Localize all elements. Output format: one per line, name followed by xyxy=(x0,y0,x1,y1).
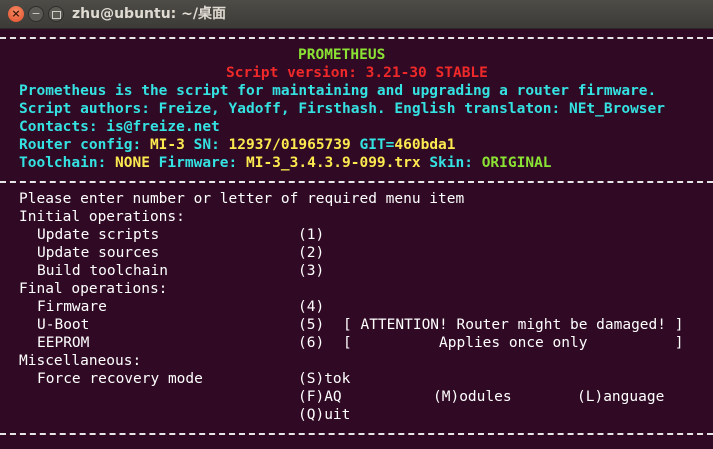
menu-prompt: Please enter number or letter of require… xyxy=(19,191,465,207)
toolchain-value: NONE xyxy=(115,155,150,171)
sn-label: SN: xyxy=(184,137,229,153)
key-eeprom[interactable]: (6) xyxy=(298,334,324,352)
maximize-window-button[interactable] xyxy=(48,6,64,22)
key-modules[interactable]: (M)odules xyxy=(433,388,512,406)
git-label: GIT= xyxy=(350,137,395,153)
skin-label: Skin: xyxy=(420,155,482,171)
banner-description: Prometheus is the script for maintaining… xyxy=(19,83,657,99)
menu-item-firmware[interactable]: Firmware xyxy=(37,298,107,316)
top-separator xyxy=(0,37,713,39)
initial-operations-header: Initial operations: xyxy=(19,209,185,225)
banner-version: Script version: 3.21-30 STABLE xyxy=(226,65,488,81)
menu-item-force-recovery[interactable]: Force recovery mode xyxy=(37,370,203,388)
firmware-label: Firmware: xyxy=(149,155,246,171)
banner-name: PROMETHEUS xyxy=(298,47,386,63)
maximize-icon xyxy=(51,11,61,19)
menu-item-build-toolchain[interactable]: Build toolchain xyxy=(37,262,168,280)
menu-item-eeprom[interactable]: EEPROM xyxy=(37,334,89,352)
key-quit[interactable]: (Q)uit xyxy=(298,406,350,424)
uboot-warning: [ ATTENTION! Router might be damaged! ] xyxy=(343,317,684,333)
menu-item-uboot[interactable]: U-Boot xyxy=(37,316,89,334)
title-bar: × − zhu@ubuntu: ~/桌面 xyxy=(0,0,713,29)
close-window-button[interactable]: × xyxy=(8,6,24,22)
menu-item-update-sources[interactable]: Update sources xyxy=(37,244,159,262)
bottom-separator xyxy=(0,433,713,435)
banner-contacts: Contacts: is@freize.net xyxy=(19,119,220,135)
router-value: MI-3 xyxy=(149,137,185,153)
router-label: Router config: xyxy=(19,137,150,153)
minimize-icon: − xyxy=(31,7,41,20)
key-stok[interactable]: (S)tok xyxy=(298,370,350,388)
toolchain-line: Toolchain: NONE Firmware: MI-3_3.4.3.9-0… xyxy=(19,154,552,172)
key-faq[interactable]: (F)AQ xyxy=(298,388,342,406)
minimize-window-button[interactable]: − xyxy=(28,6,44,22)
close-icon: × xyxy=(11,7,21,20)
window-title: zhu@ubuntu: ~/桌面 xyxy=(72,6,226,22)
terminal-content[interactable]: PROMETHEUS Script version: 3.21-30 STABL… xyxy=(0,29,713,449)
toolchain-label: Toolchain: xyxy=(19,155,116,171)
key-language[interactable]: (L)anguage xyxy=(577,388,664,406)
key-build-toolchain[interactable]: (3) xyxy=(298,262,324,280)
key-update-sources[interactable]: (2) xyxy=(298,244,324,262)
skin-value: ORIGINAL xyxy=(481,155,552,171)
key-update-scripts[interactable]: (1) xyxy=(298,226,324,244)
middle-separator xyxy=(0,181,713,183)
git-value: 460bda1 xyxy=(394,137,456,153)
miscellaneous-header: Miscellaneous: xyxy=(19,353,142,369)
firmware-value: MI-3_3.4.3.9-099.trx xyxy=(245,155,421,171)
router-config-line: Router config: MI-3 SN: 12937/01965739 G… xyxy=(19,136,456,154)
key-firmware[interactable]: (4) xyxy=(298,298,324,316)
sn-value: 12937/01965739 xyxy=(228,137,351,153)
banner-authors: Script authors: Freize, Yadoff, Firsthas… xyxy=(19,101,666,117)
menu-item-update-scripts[interactable]: Update scripts xyxy=(37,226,159,244)
key-uboot[interactable]: (5) xyxy=(298,316,324,334)
terminal-window: × − zhu@ubuntu: ~/桌面 PROMETHEUS Script v… xyxy=(0,0,713,449)
final-operations-header: Final operations: xyxy=(19,281,168,297)
eeprom-note: [ Applies once only ] xyxy=(343,335,684,351)
